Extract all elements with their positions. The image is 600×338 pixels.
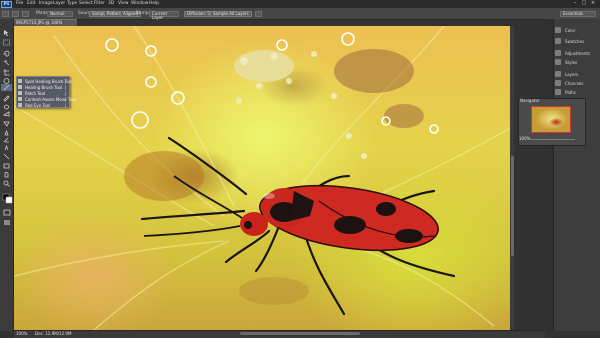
spot-healing-icon [18, 78, 22, 83]
workspace-select[interactable]: Essentials [560, 10, 596, 17]
flyout-item-spot-healing[interactable]: Spot Healing Brush Tool J [18, 78, 72, 84]
menu-file[interactable]: File [16, 1, 23, 6]
mode-select[interactable]: Normal [47, 10, 73, 17]
navigator-zoom[interactable]: 100% [519, 137, 530, 141]
vertical-scroll-thumb[interactable] [510, 156, 514, 256]
panel-swatches[interactable]: Swatches [555, 36, 595, 46]
pressure-icon[interactable] [255, 11, 262, 17]
collapsed-panel-strip [545, 19, 553, 331]
paths-icon [555, 89, 561, 95]
menu-type[interactable]: Type [67, 1, 77, 6]
flyout-item-healing-brush[interactable]: Healing Brush Tool J [18, 84, 68, 90]
menu-layer[interactable]: Layer [53, 1, 65, 6]
color-icon [555, 27, 561, 33]
channels-icon [555, 80, 561, 86]
vertical-scrollbar[interactable] [510, 26, 514, 330]
menu-image[interactable]: Image [39, 1, 53, 6]
menu-edit[interactable]: Edit [27, 1, 36, 6]
menu-3d[interactable]: 3D [108, 1, 114, 6]
sample-all-layers-checkbox[interactable]: Sample All Layers [210, 10, 252, 17]
app-logo: Ps [1, 0, 12, 8]
horizontal-scroll-thumb[interactable] [240, 332, 360, 335]
flyout-item-content-aware-move[interactable]: Content-Aware Move Tool J [18, 96, 76, 102]
doc-size: Doc: 12.9M/12.9M [35, 330, 72, 336]
layers-icon [555, 71, 561, 77]
close-icon[interactable]: × [589, 1, 597, 6]
panel-styles[interactable]: Styles [555, 57, 595, 67]
sample-select[interactable]: Current Layer [149, 10, 179, 19]
menu-help[interactable]: Help [149, 1, 159, 6]
canvas[interactable] [14, 26, 514, 330]
flyout-item-patch[interactable]: Patch Tool J [18, 90, 68, 96]
styles-icon [555, 59, 561, 65]
menu-filter[interactable]: Filter [94, 1, 105, 6]
tool-preset-icon[interactable] [2, 11, 9, 17]
menu-window[interactable]: Window [131, 1, 148, 6]
swatches-icon [555, 38, 561, 44]
navigator-title[interactable]: Navigator [520, 99, 540, 103]
diffusion-field[interactable]: Diffusion: 5 [184, 10, 213, 17]
photo-content [14, 26, 514, 330]
zoom-level[interactable]: 100% [16, 331, 27, 336]
red-eye-icon [18, 102, 22, 107]
menu-select[interactable]: Select [79, 1, 93, 6]
adjustments-icon [555, 50, 561, 56]
tool-icons [1, 30, 13, 225]
patch-icon [18, 90, 22, 95]
navigator-zoom-slider[interactable] [531, 139, 575, 140]
clone-source-icon[interactable] [22, 11, 29, 17]
panel-color[interactable]: Color [555, 25, 595, 35]
content-aware-move-icon [18, 96, 22, 101]
navigator-thumbnail[interactable] [531, 106, 571, 133]
panel-paths[interactable]: Paths [555, 87, 595, 97]
brush-preset-icon[interactable] [12, 11, 19, 17]
menu-view[interactable]: View [118, 1, 128, 6]
healing-brush-icon [18, 84, 22, 89]
flyout-item-red-eye[interactable]: Red Eye Tool J [18, 102, 68, 108]
minimize-icon[interactable]: – [571, 1, 579, 6]
maximize-icon[interactable]: □ [580, 1, 588, 6]
document-tab[interactable]: IMGP5714.JPG @ 100% (RGB/8*) [14, 19, 77, 31]
